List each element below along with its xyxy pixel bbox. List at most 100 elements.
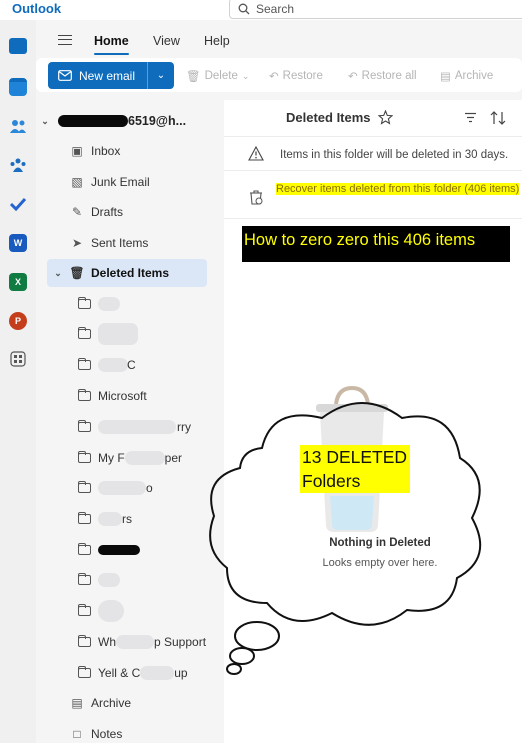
annotation-note: 13 DELETED Folders [300,445,410,493]
archive-label: Archive [454,70,494,82]
folder-archive[interactable]: ▤ Archive [70,689,238,717]
send-icon: ➤ [71,236,83,250]
recover-items-link[interactable]: Recover items deleted from this folder (… [276,182,520,197]
blurred-folder-name [98,600,124,622]
calendar-app-icon[interactable] [9,78,27,96]
inbox-icon: ▣ [71,144,83,158]
folder-label: Inbox [91,144,121,158]
folder-icon [78,635,91,647]
mail-icon [58,70,72,81]
folder-icon [78,512,91,524]
subfolder[interactable]: C [78,351,246,379]
groups-app-icon[interactable] [9,156,27,174]
subfolder[interactable] [78,320,246,348]
blurred-folder-name [98,358,128,372]
folder-label-end: up [174,666,188,680]
folder-icon [78,481,91,493]
junk-icon: ▧ [71,175,83,189]
todo-app-icon[interactable] [9,195,27,213]
redacted-email [58,115,128,127]
hamburger-menu-icon[interactable] [58,35,72,45]
folder-notes[interactable]: □ Notes 12 [70,720,238,743]
blurred-folder-name [98,573,120,587]
retention-notice: Items in this folder will be deleted in … [280,149,509,161]
tab-help[interactable]: Help [204,34,230,48]
new-email-button[interactable]: New email ⌄ [48,62,174,89]
new-email-dropdown-chevron-icon[interactable]: ⌄ [148,70,174,81]
notice-divider [224,170,522,171]
empty-state-subtitle: Looks empty over here. [322,557,438,569]
folder-label-end: p Support [154,635,207,649]
chevron-down-icon[interactable]: ⌄ [40,116,50,127]
folder-title: Deleted Items [286,110,371,125]
account-header[interactable]: ⌄ 6519@h... [40,112,186,130]
folder-label: Notes [91,727,123,741]
folder-label: Drafts [91,205,124,219]
folder-label: My F [98,451,125,465]
tab-view[interactable]: View [153,34,180,48]
mail-app-icon[interactable] [9,38,27,54]
subfolder[interactable] [78,290,246,318]
folder-label: Yell & C [98,666,141,680]
folder-label: Sent Items [91,236,149,250]
redacted-folder-name [98,545,140,555]
folder-icon [78,573,91,585]
restore-button[interactable]: ↶ Restore [269,69,323,83]
restore-label: Restore [282,70,323,82]
recover-items-label: Recover items deleted from this folder (… [276,183,520,195]
blurred-folder-name [98,512,122,526]
delete-button[interactable]: 🗑 Delete ⌄ [186,69,249,83]
restore-all-button[interactable]: ↶ Restore all [348,69,417,83]
folder-icon [78,389,91,401]
annotation-banner: How to zero zero this 406 items [242,226,510,262]
warning-icon [248,146,264,161]
blurred-folder-name [98,297,120,311]
folder-junk-email[interactable]: ▧ Junk Email [70,168,238,196]
folder-label: o [146,481,153,495]
recover-bin-icon [250,190,263,205]
tab-home[interactable]: Home [94,34,129,55]
people-app-icon[interactable] [9,117,27,135]
app-title[interactable]: Outlook [12,1,61,16]
excel-app-icon[interactable]: X [9,273,27,291]
search-placeholder: Search [256,1,295,16]
app-rail: W X P [0,20,36,743]
powerpoint-app-icon[interactable]: P [9,312,27,330]
word-app-icon[interactable]: W [9,234,27,252]
notes-icon: □ [73,727,81,741]
folder-icon [78,543,91,555]
recover-divider [224,218,522,219]
sort-icon[interactable] [490,111,506,125]
more-apps-icon[interactable] [9,350,27,368]
blurred-folder-name [98,481,146,495]
annotation-note-line1: 13 DELETED [302,447,408,467]
restore-all-icon: ↶ [348,71,358,83]
folder-label: Wh [98,635,116,649]
restore-all-label: Restore all [361,70,417,82]
folder-icon [78,604,91,616]
folder-label: rry [177,420,191,434]
chevron-down-icon: ⌄ [241,70,250,81]
thought-cloud-annotation [209,402,482,675]
pencil-icon: ✎ [71,205,83,219]
folder-label: Deleted Items [91,266,170,280]
filter-icon[interactable] [464,112,477,123]
archive-button[interactable]: ▤ Archive [440,69,493,83]
search-icon [238,3,250,14]
folder-sent-items[interactable]: ➤ Sent Items [70,229,238,257]
header-divider [224,136,522,137]
folder-label: rs [122,512,132,526]
folder-label: C [127,358,136,372]
folder-label: Junk Email [91,175,150,189]
search-box[interactable]: Search [229,0,522,19]
chevron-down-icon[interactable]: ⌄ [53,268,63,279]
blurred-folder-name [140,666,175,680]
ribbon-tabs: Home View Help [36,28,522,56]
star-icon[interactable] [378,110,393,125]
folder-inbox[interactable]: ▣ Inbox [70,137,238,165]
folder-icon [78,666,91,678]
folder-deleted-items[interactable]: ⌄ 🗑 Deleted Items [47,259,207,287]
blurred-folder-name [98,420,176,434]
folder-icon [78,297,91,309]
folder-drafts[interactable]: ✎ Drafts [70,198,238,226]
